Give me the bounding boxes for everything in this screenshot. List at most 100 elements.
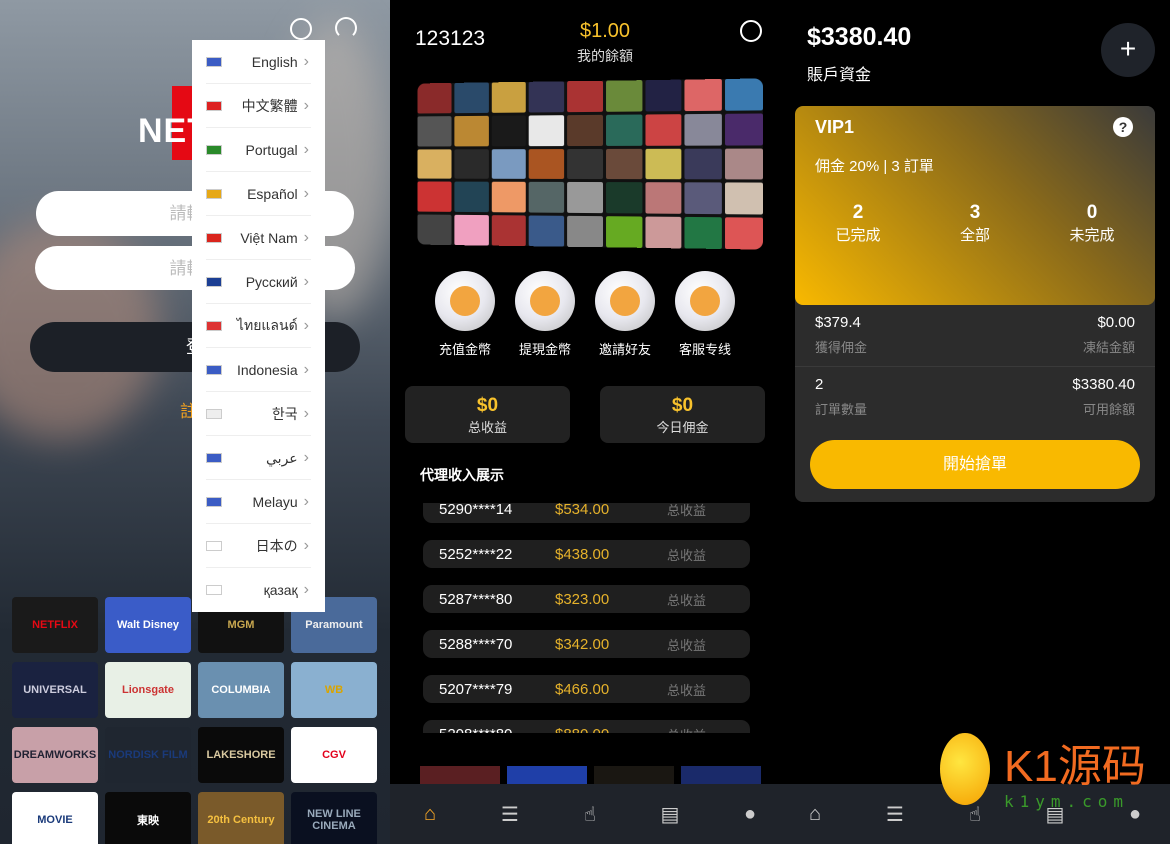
language-item[interactable]: English › [192,40,325,84]
income-amount: $880.00 [555,726,667,734]
quick-action-label[interactable]: 客服专线 [665,339,745,358]
poster-tile [684,148,723,180]
balance-label: 我的餘額 [577,48,633,64]
language-label: 中文繁體 [241,98,298,114]
studio-logo[interactable]: LAKESHORE [198,727,284,783]
income-row: 5290****14 $534.00 总收益 [423,503,750,523]
users-icon[interactable] [595,271,655,331]
language-item[interactable]: Melayu › [192,480,325,524]
studio-logo[interactable]: UNIVERSAL [12,662,98,718]
language-item[interactable]: عربي › [192,436,325,480]
language-label: Español [247,186,298,202]
language-menu: English › 中文繁體 › Portugal › Español › Việt Nam › Р… [192,40,325,612]
language-label: 日本の [255,538,298,554]
coin-icon[interactable] [435,271,495,331]
studio-logo[interactable]: 東映 [105,792,191,844]
stat-value: $0 [476,395,499,416]
studio-logo[interactable]: NORDISK FILM [105,727,191,783]
completed-count: 2 已完成 [798,202,918,245]
support-icon[interactable] [335,17,357,39]
nav-home[interactable]: ⌂ [390,784,470,844]
home-icon: ⌂ [808,802,822,825]
flag-icon [206,497,222,507]
studio-logo[interactable]: CGV [291,727,377,783]
flag-icon [206,365,222,375]
studio-logo[interactable]: Lionsgate [105,662,191,718]
studio-logo[interactable]: 20th Century [198,792,284,844]
pending-count: 0 未完成 [1032,202,1152,245]
language-item[interactable]: 日本の › [192,524,325,568]
poster-tile [725,217,763,250]
chevron-right-icon: › [303,361,309,378]
poster-tile [567,80,603,112]
income-amount: $323.00 [555,590,610,608]
studio-logo[interactable]: Walt Disney [105,597,191,653]
income-row: 5287****80 $323.00 总收益 [423,585,750,613]
quick-action-label[interactable]: 邀請好友 [585,339,665,358]
language-item[interactable]: Việt Nam › [192,216,325,260]
chevron-right-icon: › [303,493,309,510]
poster-tile [605,216,643,248]
language-item[interactable]: 中文繁體 › [192,84,325,128]
income-label: 总收益 [667,682,707,698]
count-value: 2 [852,202,864,223]
studio-logo[interactable]: WB [291,662,377,718]
studio-logo[interactable]: MOVIE [12,792,98,844]
nav-grab[interactable]: ☝ [550,784,630,844]
language-label: Melayu [252,494,298,510]
flag-icon [206,233,222,243]
nav-orders[interactable]: ☰ [470,784,550,844]
income-row: 5207****79 $466.00 总收益 [423,675,750,703]
nav-home[interactable]: ⌂ [775,784,855,844]
language-label: қазақ [263,582,298,598]
studio-logo[interactable]: DREAMWORKS [12,727,98,783]
member-id: 5290****14 [439,503,513,518]
count-label: 已完成 [835,227,881,244]
language-item[interactable]: Portugal › [192,128,325,172]
language-item[interactable]: 한국 › [192,392,325,436]
income-amount: $438.00 [555,545,610,563]
studio-logo[interactable]: NEW LINE CINEMA [291,792,377,844]
icon-glyph [610,286,640,316]
logo-strip [420,766,761,784]
language-label: عربي [266,449,298,466]
poster-tile [529,182,565,214]
language-item[interactable]: Español › [192,172,325,216]
poster-tile [725,113,763,146]
language-item[interactable]: ไทยแลนด์ › [192,304,325,348]
member-id: 5207****79 [439,680,513,698]
studio-logo[interactable]: COLUMBIA [198,662,284,718]
globe-icon[interactable] [290,18,312,40]
poster-tile [605,80,643,112]
poster-tile [725,78,763,111]
help-icon[interactable]: ? [1113,117,1133,137]
poster-tile [491,215,527,247]
grab-icon: ☝ [583,803,597,826]
language-item[interactable]: Русский › [192,260,325,304]
poster-tile [645,148,682,180]
globe-icon[interactable] [740,20,762,42]
poster-tile [529,215,565,247]
nav-orders[interactable]: ☰ [855,784,935,844]
orders-icon: ☰ [501,803,519,826]
chevron-right-icon: › [303,317,309,334]
language-item[interactable]: қазақ › [192,568,325,612]
nav-message[interactable]: ▤ [630,784,710,844]
quick-action-label[interactable]: 充值金幣 [425,339,505,358]
quick-action-label[interactable]: 提現金幣 [505,339,585,358]
poster-tile [567,182,603,214]
chat-icon[interactable] [675,271,735,331]
wallet-icon[interactable] [515,271,575,331]
poster-tile [567,216,603,248]
language-item[interactable]: Indonesia › [192,348,325,392]
add-funds-button[interactable]: + [1101,23,1155,77]
flag-icon [206,453,222,463]
start-grab-button[interactable]: 開始搶單 [810,440,1140,489]
studio-logo[interactable]: NETFLIX [12,597,98,653]
income-list[interactable]: 5290****14 $534.00 总收益 5252****22 $438.00 总收益… [423,503,750,733]
banner-image[interactable] [417,78,763,250]
poster-tile [491,81,527,113]
total-count: 3 全部 [915,202,1035,245]
poster-tile [529,81,565,113]
chevron-right-icon: › [303,273,309,290]
